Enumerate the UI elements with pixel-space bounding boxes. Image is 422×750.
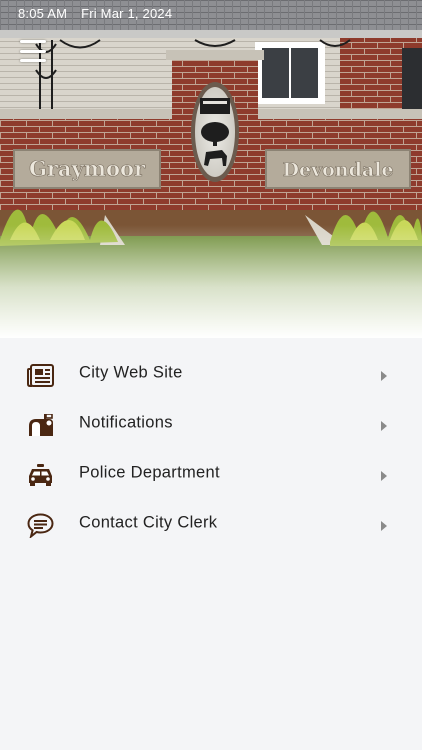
menu-item-contact-city-clerk[interactable]: Contact City Clerk: [0, 500, 422, 550]
menu-item-notifications[interactable]: Notifications: [0, 400, 422, 450]
menu-item-city-web-site[interactable]: City Web Site: [0, 350, 422, 400]
police-car-icon: [26, 463, 54, 487]
newspaper-icon: [26, 363, 54, 387]
chevron-right-icon: [381, 421, 387, 431]
menu-item-label: Contact City Clerk: [79, 513, 218, 532]
chevron-right-icon: [381, 371, 387, 381]
chevron-right-icon: [381, 521, 387, 531]
status-bar: 8:05 AM Fri Mar 1, 2024: [0, 0, 422, 26]
header-photo: Graymoor Devondale 8:05 AM Fri Mar 1, 20…: [0, 0, 422, 338]
sign-left-text: Graymoor: [29, 156, 146, 181]
hamburger-icon[interactable]: [20, 40, 46, 62]
status-time: 8:05 AM: [18, 5, 68, 21]
mailbox-icon: [26, 413, 54, 437]
chevron-right-icon: [381, 471, 387, 481]
menu-item-label: Police Department: [79, 463, 220, 482]
sign-right-text: Devondale: [283, 159, 394, 181]
menu-item-label: City Web Site: [79, 363, 183, 382]
hamburger-line: [20, 49, 46, 53]
hamburger-line: [20, 59, 46, 62]
menu-item-police-department[interactable]: Police Department: [0, 450, 422, 500]
hamburger-line: [20, 40, 46, 43]
menu-item-label: Notifications: [79, 413, 173, 432]
speech-bubble-icon: [26, 512, 54, 538]
status-date: Fri Mar 1, 2024: [81, 5, 173, 21]
menu-list: City Web Site Notifications Police Depar…: [0, 338, 422, 550]
entrance-sign-photo: Graymoor Devondale: [0, 0, 422, 338]
